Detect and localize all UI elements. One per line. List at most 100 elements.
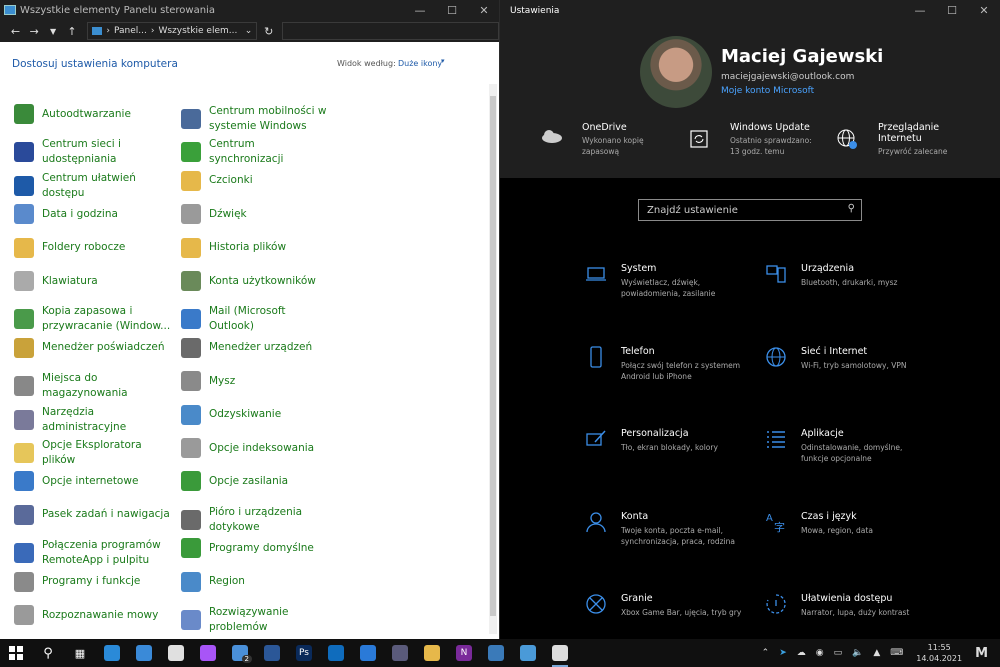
cp-item-left-8[interactable]: Miejsca do magazynowania: [14, 371, 174, 401]
keyboard-icon[interactable]: ⌨: [885, 648, 908, 658]
start-button[interactable]: [0, 639, 32, 667]
breadcrumb-panel[interactable]: Panel...: [114, 26, 147, 36]
cp-item-right-4[interactable]: Historia plików: [181, 237, 331, 258]
cp-item-left-14[interactable]: Programy i funkcje: [14, 571, 174, 592]
cp-item-left-7[interactable]: Menedżer poświadczeń: [14, 337, 174, 358]
cp-item-right-5[interactable]: Konta użytkowników: [181, 271, 331, 291]
minimize-button[interactable]: —: [404, 0, 436, 20]
clock[interactable]: 11:55 14.04.2021: [908, 642, 970, 664]
cp-item-right-7[interactable]: Menedżer urządzeń: [181, 337, 331, 358]
cp-item-right-6[interactable]: Mail (Microsoft Outlook): [181, 304, 331, 334]
settings-category-5[interactable]: Aplikacje Odinstalowanie, domyślne, funkc…: [765, 428, 931, 464]
cp-item-left-12[interactable]: Pasek zadań i nawigacja: [14, 504, 174, 525]
cp-item-right-0[interactable]: Centrum mobilności w systemie Windows: [181, 104, 331, 134]
cp-item-left-11[interactable]: Opcje internetowe: [14, 471, 174, 492]
settings-category-1[interactable]: Urządzenia Bluetooth, drukarki, mysz: [765, 263, 931, 288]
settings-category-3[interactable]: Sieć i Internet Wi-Fi, tryb samolotowy, V…: [765, 346, 931, 371]
taskbar-app-14[interactable]: [544, 639, 576, 667]
recovery-icon: [181, 404, 201, 425]
cp-item-right-14[interactable]: Region: [181, 571, 331, 592]
telegram-icon[interactable]: ➤: [774, 648, 792, 658]
maximize-button[interactable]: ☐: [436, 0, 468, 20]
settings-category-4[interactable]: Personalizacja Tło, ekran blokady, kolory: [585, 428, 751, 453]
taskbar-app-6[interactable]: Ps: [288, 639, 320, 667]
settings-category-8[interactable]: Granie Xbox Game Bar, ujęcia, tryb gry: [585, 593, 751, 618]
settings-category-7[interactable]: A 字 Czas i język Mowa, region, data: [765, 511, 931, 536]
settings-category-2[interactable]: Telefon Połącz swój telefon z systemem An…: [585, 346, 751, 382]
cp-item-left-4[interactable]: Foldery robocze: [14, 237, 174, 258]
taskbar-app-4[interactable]: 2: [224, 639, 256, 667]
cp-item-right-11[interactable]: Opcje zasilania: [181, 471, 331, 492]
settings-category-9[interactable]: Ułatwienia dostępu Narrator, lupa, duży k…: [765, 593, 931, 618]
tray-app-icon[interactable]: ◉: [811, 648, 829, 658]
settings-category-6[interactable]: Konta Twoje konta, poczta e-mail, synchro…: [585, 511, 751, 547]
address-dropdown-icon[interactable]: ⌄: [245, 26, 253, 36]
up-arrow-icon[interactable]: ↑: [63, 25, 82, 38]
chevron-up-icon[interactable]: ⌃: [757, 648, 775, 658]
cp-item-right-9[interactable]: Odzyskiwanie: [181, 404, 331, 425]
view-by-dropdown[interactable]: Duże ikony: [398, 59, 442, 68]
sync-icon: [181, 142, 201, 163]
taskbar-app-8[interactable]: [352, 639, 384, 667]
cp-item-right-2[interactable]: Czcionki: [181, 170, 331, 191]
chevron-down-icon[interactable]: ▾: [441, 57, 445, 65]
cp-item-left-5[interactable]: Klawiatura: [14, 271, 174, 291]
taskbar-app-9[interactable]: [384, 639, 416, 667]
cp-item-right-13[interactable]: Programy domyślne: [181, 538, 331, 559]
quick-tile-2[interactable]: Przeglądanie Internetu Przywróć zalecane: [836, 122, 976, 157]
task-view-button[interactable]: ▦: [64, 639, 96, 667]
settings-search-input[interactable]: Znajdź ustawienie ⚲: [638, 199, 862, 221]
search-button[interactable]: ⚲: [32, 639, 64, 667]
taskbar-app-12[interactable]: [480, 639, 512, 667]
wifi-icon[interactable]: ▲: [868, 648, 885, 658]
cp-item-right-1[interactable]: Centrum synchronizacji: [181, 137, 331, 167]
cp-item-left-2[interactable]: Centrum ułatwień dostępu: [14, 171, 174, 201]
forward-arrow-icon[interactable]: →: [25, 25, 44, 38]
cp-item-left-6[interactable]: Kopia zapasowa i przywracanie (Window...: [14, 304, 174, 334]
scrollbar[interactable]: [489, 84, 497, 634]
cp-item-left-13[interactable]: Połączenia programów RemoteApp i pulpitu: [14, 538, 174, 568]
cp-item-right-8[interactable]: Mysz: [181, 371, 331, 392]
chevron-down-icon[interactable]: ▼: [44, 27, 63, 36]
back-arrow-icon[interactable]: ←: [6, 25, 25, 38]
taskbar-app-7[interactable]: [320, 639, 352, 667]
taskbar-app-0[interactable]: [96, 639, 128, 667]
edge-icon: [104, 645, 120, 661]
taskbar-app-5[interactable]: [256, 639, 288, 667]
cp-item-right-15[interactable]: Rozwiązywanie problemów: [181, 605, 331, 635]
cp-item-left-10[interactable]: Opcje Eksploratora plików: [14, 438, 174, 468]
quick-tile-1[interactable]: Windows Update Ostatnio sprawdzano: 13 go…: [688, 122, 828, 157]
refresh-icon[interactable]: ↻: [259, 25, 278, 38]
taskbar-app-13[interactable]: [512, 639, 544, 667]
volume-icon[interactable]: 🔈: [847, 648, 868, 658]
close-button[interactable]: ✕: [468, 0, 500, 20]
maximize-button[interactable]: ☐: [936, 0, 968, 20]
cloud-icon[interactable]: ☁: [792, 648, 811, 658]
taskbar-app-1[interactable]: [128, 639, 160, 667]
cp-item-left-1[interactable]: Centrum sieci i udostępniania: [14, 137, 174, 167]
cp-item-right-3[interactable]: Dźwięk: [181, 204, 331, 225]
taskbar-app-11[interactable]: N: [448, 639, 480, 667]
microsoft-account-link[interactable]: Moje konto Microsoft: [721, 86, 814, 96]
address-bar[interactable]: › Panel... › Wszystkie elem... ⌄: [87, 22, 258, 40]
close-button[interactable]: ✕: [968, 0, 1000, 20]
cp-item-label: Programy domyślne: [209, 541, 314, 554]
taskbar-app-2[interactable]: [160, 639, 192, 667]
cp-search-input[interactable]: [282, 22, 499, 40]
quick-tile-0[interactable]: OneDrive Wykonano kopię zapasową: [540, 122, 680, 157]
cp-item-right-12[interactable]: Pióro i urządzenia dotykowe: [181, 505, 331, 535]
admin-tools-icon: [14, 409, 34, 430]
notification-icon[interactable]: M: [970, 646, 1000, 661]
taskbar-app-3[interactable]: [192, 639, 224, 667]
taskbar-app-10[interactable]: [416, 639, 448, 667]
settings-category-0[interactable]: System Wyświetlacz, dźwięk, powiadomienia…: [585, 263, 751, 299]
cp-item-left-3[interactable]: Data i godzina: [14, 204, 174, 225]
breadcrumb-all-items[interactable]: Wszystkie elem...: [158, 26, 237, 36]
cp-item-left-0[interactable]: Autoodtwarzanie: [14, 104, 174, 124]
cp-item-left-9[interactable]: Narzędzia administracyjne: [14, 405, 174, 435]
cp-item-left-15[interactable]: Rozpoznawanie mowy: [14, 605, 174, 625]
minimize-button[interactable]: —: [904, 0, 936, 20]
battery-icon[interactable]: ▭: [829, 648, 848, 658]
cp-item-right-10[interactable]: Opcje indeksowania: [181, 438, 331, 458]
scrollbar-thumb[interactable]: [490, 96, 496, 616]
